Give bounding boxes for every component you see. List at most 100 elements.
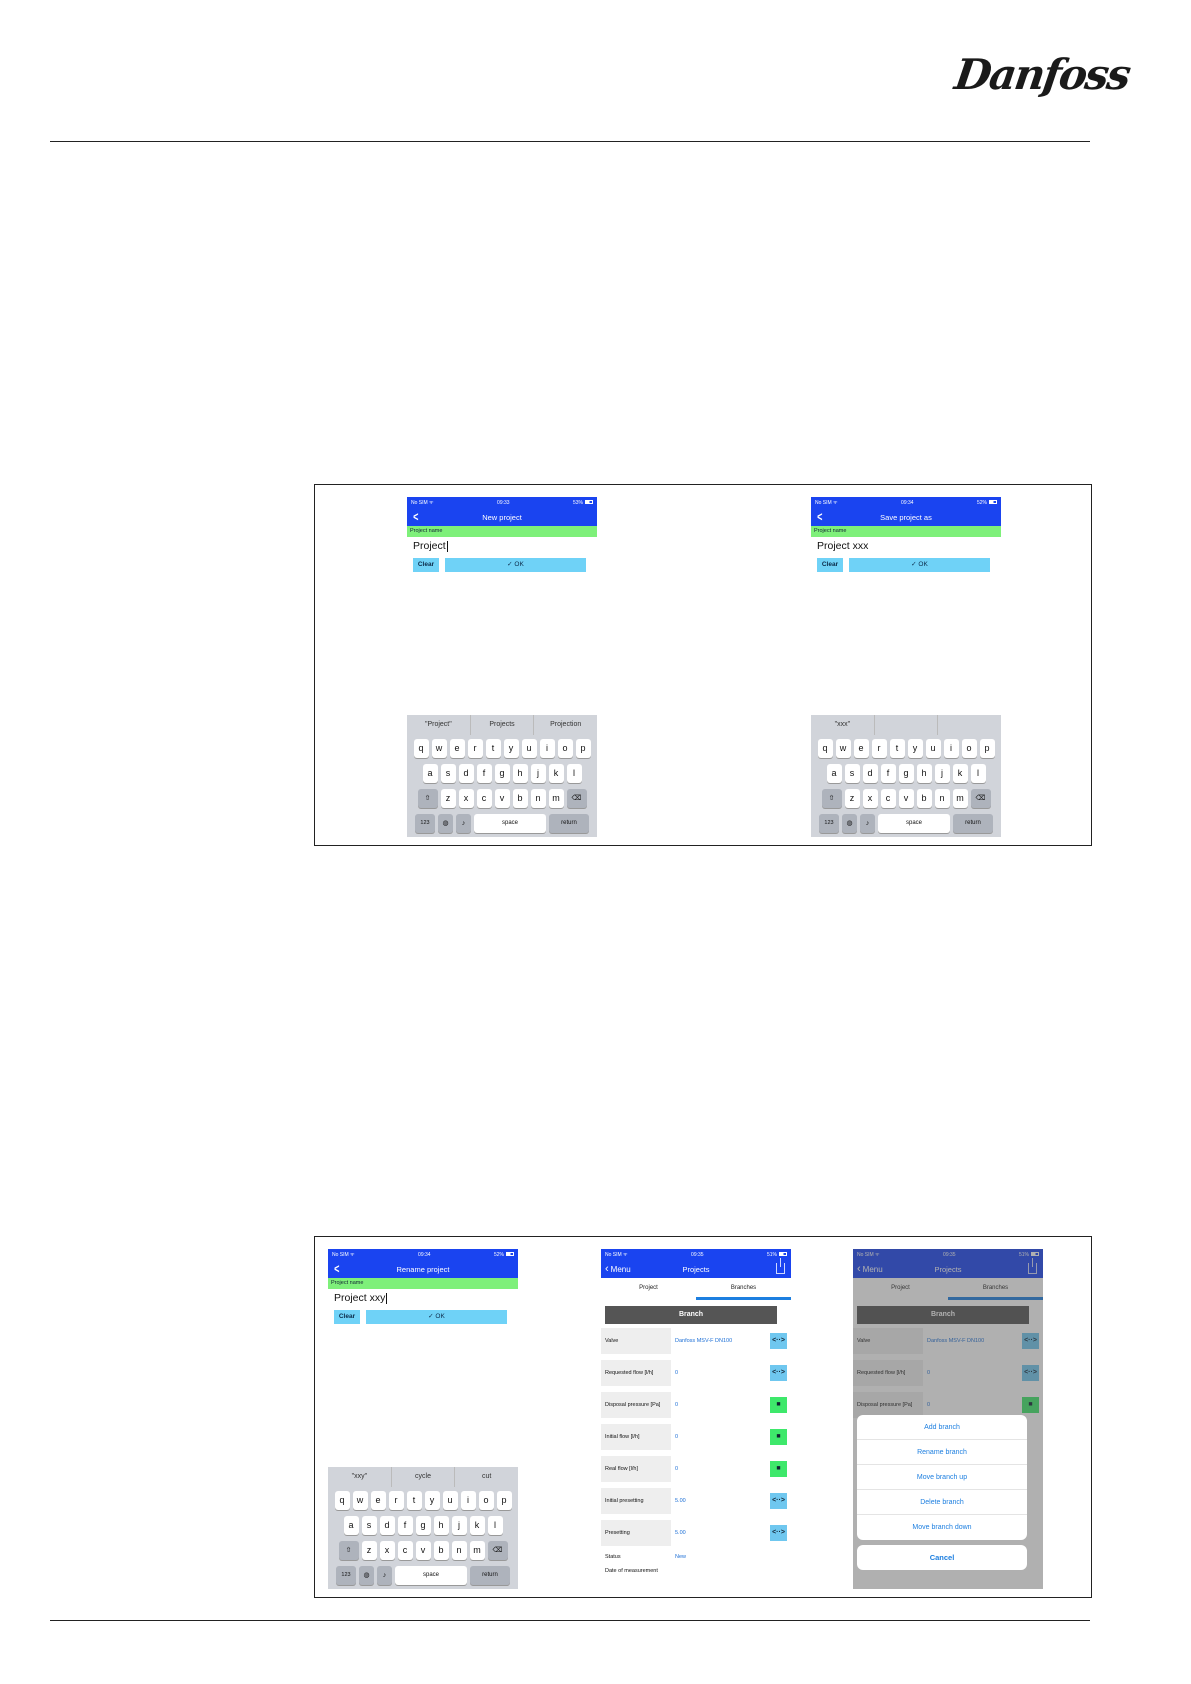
param-value[interactable]: 0 <box>675 1456 678 1482</box>
key[interactable]: n <box>451 1541 467 1560</box>
delete-branch-button[interactable]: Delete branch <box>857 1490 1027 1515</box>
suggestion-item[interactable] <box>938 715 1001 735</box>
suggestion-item[interactable]: Projection <box>534 715 597 735</box>
key[interactable]: d <box>458 764 474 783</box>
key[interactable]: t <box>406 1491 422 1510</box>
swap-arrows-icon[interactable]: <··> <box>770 1493 787 1509</box>
key[interactable]: m <box>952 789 968 808</box>
key[interactable]: x <box>379 1541 395 1560</box>
key[interactable]: f <box>397 1516 413 1535</box>
key[interactable]: u <box>925 739 941 758</box>
suggestion-item[interactable]: cut <box>455 1467 518 1487</box>
key[interactable]: a <box>826 764 842 783</box>
key[interactable]: o <box>961 739 977 758</box>
param-value[interactable]: 0 <box>675 1360 678 1386</box>
move-branch-down-button[interactable]: Move branch down <box>857 1515 1027 1540</box>
key[interactable]: d <box>379 1516 395 1535</box>
key[interactable]: k <box>548 764 564 783</box>
key[interactable]: x <box>862 789 878 808</box>
key[interactable]: v <box>494 789 510 808</box>
key[interactable]: r <box>467 739 483 758</box>
key[interactable]: w <box>352 1491 368 1510</box>
shift-icon[interactable]: ⇧ <box>821 789 842 808</box>
key[interactable]: k <box>952 764 968 783</box>
return-key[interactable]: return <box>953 814 993 833</box>
key[interactable]: r <box>388 1491 404 1510</box>
key[interactable]: h <box>916 764 932 783</box>
key[interactable]: b <box>433 1541 449 1560</box>
key[interactable]: r <box>871 739 887 758</box>
globe-icon[interactable]: ◍ <box>359 1566 374 1585</box>
key[interactable]: v <box>415 1541 431 1560</box>
key[interactable]: t <box>485 739 501 758</box>
tag-icon[interactable]: ■ <box>770 1429 787 1445</box>
param-value[interactable]: 5.00 <box>675 1488 686 1514</box>
key[interactable]: o <box>557 739 573 758</box>
microphone-icon[interactable]: ♪ <box>377 1566 392 1585</box>
key[interactable]: l <box>566 764 582 783</box>
key[interactable]: k <box>469 1516 485 1535</box>
key[interactable]: u <box>521 739 537 758</box>
swap-arrows-icon[interactable]: <··> <box>770 1365 787 1381</box>
key[interactable]: t <box>889 739 905 758</box>
numbers-key[interactable]: 123 <box>336 1566 356 1585</box>
key[interactable]: e <box>370 1491 386 1510</box>
share-icon[interactable] <box>776 1258 785 1274</box>
shift-icon[interactable]: ⇧ <box>417 789 438 808</box>
key[interactable]: n <box>934 789 950 808</box>
param-value[interactable]: 0 <box>675 1424 678 1450</box>
cancel-button[interactable]: Cancel <box>857 1545 1027 1570</box>
key[interactable]: u <box>442 1491 458 1510</box>
add-branch-button[interactable]: Add branch <box>857 1415 1027 1440</box>
numbers-key[interactable]: 123 <box>819 814 839 833</box>
key[interactable]: m <box>469 1541 485 1560</box>
tag-icon[interactable]: ■ <box>770 1397 787 1413</box>
key[interactable]: b <box>916 789 932 808</box>
key[interactable]: l <box>970 764 986 783</box>
key[interactable]: s <box>440 764 456 783</box>
key[interactable]: n <box>530 789 546 808</box>
swap-arrows-icon[interactable]: <··> <box>770 1333 787 1349</box>
key[interactable]: c <box>397 1541 413 1560</box>
swap-arrows-icon[interactable]: <··> <box>770 1525 787 1541</box>
key[interactable]: j <box>934 764 950 783</box>
clear-button[interactable]: Clear <box>413 558 439 572</box>
key[interactable]: b <box>512 789 528 808</box>
key[interactable]: j <box>451 1516 467 1535</box>
key[interactable]: q <box>817 739 833 758</box>
key[interactable]: z <box>844 789 860 808</box>
key[interactable]: w <box>835 739 851 758</box>
project-name-input[interactable]: Project <box>413 540 448 552</box>
key[interactable]: j <box>530 764 546 783</box>
clear-button[interactable]: Clear <box>334 1310 360 1324</box>
suggestion-item[interactable]: Projects <box>471 715 535 735</box>
key[interactable]: c <box>476 789 492 808</box>
tab-branches[interactable]: Branches <box>696 1278 791 1300</box>
key[interactable]: s <box>361 1516 377 1535</box>
microphone-icon[interactable]: ♪ <box>860 814 875 833</box>
key[interactable]: s <box>844 764 860 783</box>
project-name-input[interactable]: Project xxx <box>817 540 868 552</box>
key[interactable]: d <box>862 764 878 783</box>
key[interactable]: o <box>478 1491 494 1510</box>
globe-icon[interactable]: ◍ <box>438 814 453 833</box>
microphone-icon[interactable]: ♪ <box>456 814 471 833</box>
key[interactable]: l <box>487 1516 503 1535</box>
key[interactable]: p <box>575 739 591 758</box>
key[interactable]: z <box>440 789 456 808</box>
tab-project[interactable]: Project <box>601 1278 696 1300</box>
key[interactable]: g <box>898 764 914 783</box>
return-key[interactable]: return <box>470 1566 510 1585</box>
key[interactable]: y <box>503 739 519 758</box>
key[interactable]: a <box>343 1516 359 1535</box>
param-value[interactable]: 0 <box>675 1392 678 1418</box>
key[interactable]: p <box>496 1491 512 1510</box>
space-key[interactable]: space <box>395 1566 467 1585</box>
globe-icon[interactable]: ◍ <box>842 814 857 833</box>
key[interactable]: m <box>548 789 564 808</box>
menu-back-button[interactable]: ‹ Menu <box>605 1263 631 1275</box>
rename-branch-button[interactable]: Rename branch <box>857 1440 1027 1465</box>
ok-button[interactable]: ✓ OK <box>366 1310 507 1324</box>
key[interactable]: c <box>880 789 896 808</box>
key[interactable]: v <box>898 789 914 808</box>
